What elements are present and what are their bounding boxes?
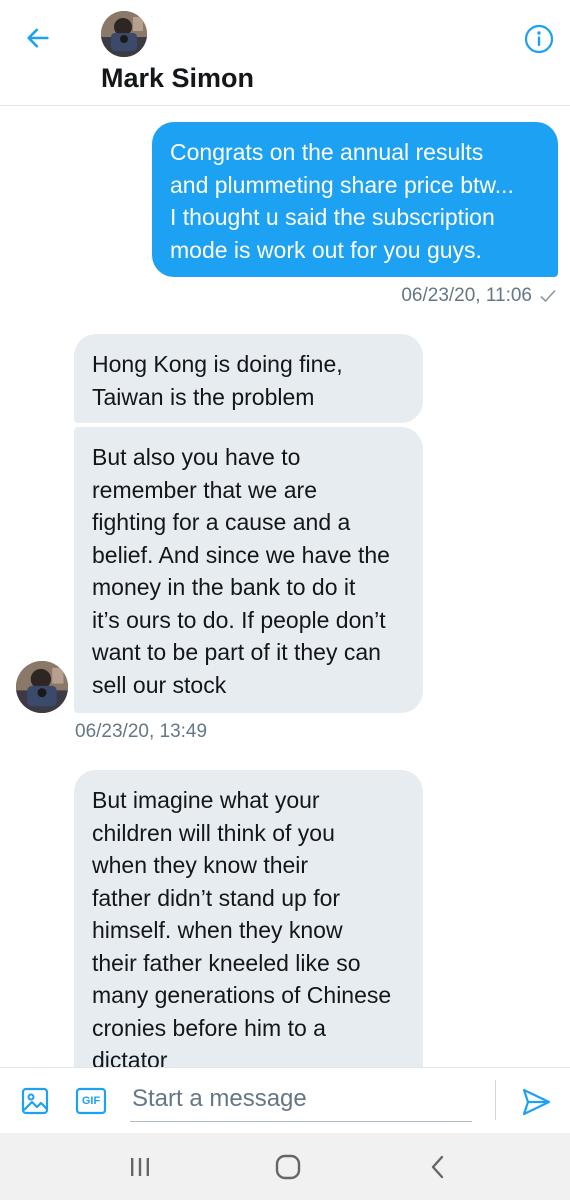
home-button[interactable] [266, 1147, 310, 1187]
message-timestamp: 06/23/20, 11:06 [401, 285, 556, 307]
divider [495, 1080, 496, 1120]
incoming-message-bubble[interactable]: Hong Kong is doing fine, Taiwan is the p… [74, 334, 423, 423]
sender-avatar[interactable] [16, 661, 68, 713]
arrow-left-icon [27, 28, 49, 48]
incoming-message-bubble[interactable]: But also you have to remember that we ar… [74, 427, 423, 713]
add-media-button[interactable] [18, 1084, 52, 1118]
info-button[interactable] [522, 22, 556, 56]
gif-label: GIF [81, 1095, 101, 1107]
message-input[interactable] [130, 1076, 472, 1122]
avatar-image [101, 11, 147, 57]
message-text: But imagine what your children will thin… [92, 787, 392, 1067]
message-text: But also you have to remember that we ar… [92, 444, 390, 698]
info-icon [524, 24, 554, 54]
image-icon [21, 1087, 49, 1115]
home-icon [275, 1154, 301, 1180]
system-navigation-bar [0, 1133, 570, 1200]
checkmark-icon [540, 289, 556, 303]
message-composer: GIF [0, 1067, 570, 1133]
timestamp-text: 06/23/20, 11:06 [401, 285, 532, 306]
recents-button[interactable] [118, 1147, 162, 1187]
message-text: Congrats on the annual results and plumm… [170, 139, 514, 263]
outgoing-message-bubble[interactable]: Congrats on the annual results and plumm… [152, 122, 558, 277]
conversation-header: Mark Simon [0, 0, 570, 106]
message-timestamp: 06/23/20, 13:49 [75, 721, 208, 742]
nav-back-icon [431, 1155, 444, 1179]
gif-button[interactable]: GIF [73, 1086, 109, 1116]
message-text: Hong Kong is doing fine, Taiwan is the p… [92, 351, 343, 410]
contact-name[interactable]: Mark Simon [101, 63, 254, 94]
incoming-message-bubble[interactable]: But imagine what your children will thin… [74, 770, 423, 1067]
recents-icon [131, 1158, 149, 1176]
nav-back-button[interactable] [416, 1147, 460, 1187]
avatar[interactable] [101, 11, 147, 57]
avatar-image [16, 661, 68, 713]
send-icon [522, 1088, 551, 1116]
message-thread[interactable]: Congrats on the annual results and plumm… [0, 107, 570, 1067]
send-button[interactable] [516, 1082, 556, 1122]
back-button[interactable] [20, 20, 56, 56]
